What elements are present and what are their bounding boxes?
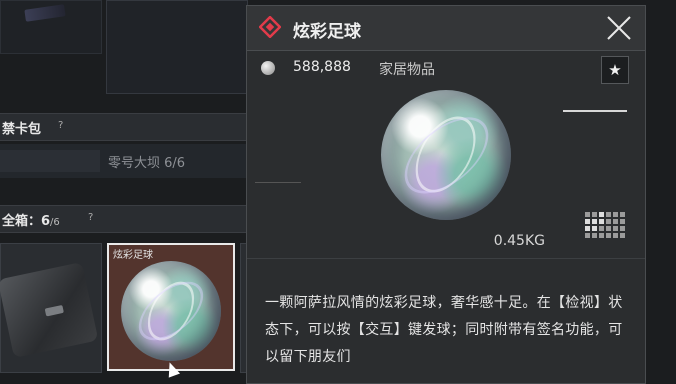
inventory-slot-top[interactable] bbox=[0, 0, 102, 54]
divider bbox=[247, 258, 645, 259]
cardpack-row[interactable]: 零号大坝 6/6 bbox=[0, 144, 246, 178]
football-icon bbox=[381, 90, 511, 220]
help-icon[interactable]: ? bbox=[58, 120, 63, 131]
decor-line bbox=[255, 182, 301, 183]
section-header-case: 全箱：6/6 ? bbox=[0, 205, 246, 233]
football-icon bbox=[121, 261, 221, 361]
item-category: 家居物品 bbox=[379, 62, 435, 78]
coin-icon bbox=[261, 61, 275, 75]
case-icon bbox=[0, 261, 99, 359]
case-count: 全箱：6 bbox=[2, 214, 51, 229]
cardpack-label: 零号大坝 6/6 bbox=[108, 156, 186, 171]
close-icon[interactable] bbox=[605, 14, 633, 42]
grid-size-icon bbox=[585, 212, 629, 242]
help-icon[interactable]: ? bbox=[88, 212, 93, 223]
item-price: 588,888 bbox=[293, 59, 351, 75]
section-title: 禁卡包 bbox=[2, 122, 42, 137]
section-title: 全箱：6/6 bbox=[2, 210, 60, 229]
item-detail-popup: 炫彩足球 588,888 家居物品 ★ 0.45KG 一颗阿萨拉风情的炫彩足球，… bbox=[246, 5, 646, 384]
weapon-item-icon bbox=[24, 4, 66, 22]
diamond-icon bbox=[259, 16, 281, 38]
inventory-slot-empty[interactable] bbox=[106, 0, 248, 94]
slot-item-label: 炫彩足球 bbox=[113, 250, 153, 261]
item-weight: 0.45KG bbox=[493, 233, 545, 249]
item-title: 炫彩足球 bbox=[293, 22, 361, 42]
item-description: 一颗阿萨拉风情的炫彩足球，奢华感十足。在【检视】状态下，可以按【交互】键发球；同… bbox=[265, 295, 623, 365]
cardpack-slot bbox=[0, 150, 100, 172]
decor-line bbox=[563, 110, 627, 112]
inventory-slot-case[interactable] bbox=[0, 243, 102, 373]
section-header-cardpack: 禁卡包 ? bbox=[0, 113, 246, 141]
star-icon: ★ bbox=[608, 61, 622, 79]
case-count-suffix: /6 bbox=[50, 217, 60, 228]
inventory-slot-football[interactable]: 炫彩足球 bbox=[107, 243, 235, 371]
popup-header: 炫彩足球 bbox=[247, 6, 645, 51]
favorite-button[interactable]: ★ bbox=[601, 56, 629, 84]
